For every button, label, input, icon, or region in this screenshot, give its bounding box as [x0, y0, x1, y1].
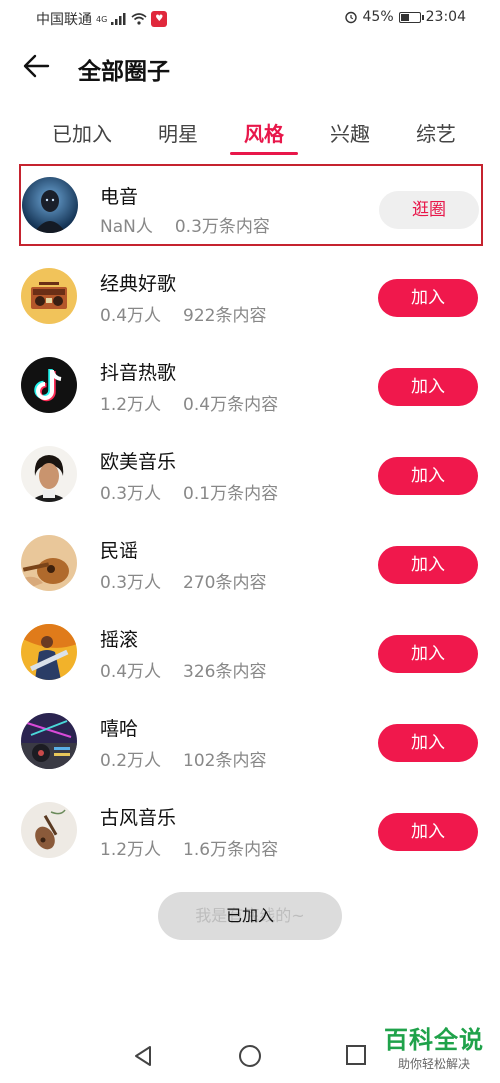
circle-name: 经典好歌 [100, 273, 177, 295]
tab-style[interactable]: 风格 [244, 118, 284, 147]
nav-back-icon[interactable] [132, 1044, 154, 1068]
circle-avatar [21, 446, 77, 502]
circle-stats: 0.4万人 326条内容 [100, 657, 267, 682]
clock: 23:04 [425, 9, 466, 25]
alarm-icon [344, 11, 357, 24]
visit-circle-button[interactable]: 逛圈 [379, 191, 479, 229]
join-button[interactable]: 加入 [378, 368, 478, 406]
back-button[interactable] [20, 50, 60, 86]
member-count: 0.3万人 [100, 573, 162, 593]
circle-stats: 1.2万人 0.4万条内容 [100, 390, 278, 415]
circle-stats: 0.2万人 102条内容 [100, 746, 267, 771]
circle-stats: NaN人 0.3万条内容 [100, 212, 270, 237]
nav-recents-icon[interactable] [345, 1044, 367, 1066]
circle-row-douyin[interactable]: 抖音热歌 1.2万人 0.4万条内容 加入 [0, 342, 500, 431]
watermark: 百科全说 助你轻松解决 [384, 1020, 484, 1072]
toast-label: 已加入 [225, 906, 274, 925]
circle-name: 嘻哈 [100, 718, 139, 740]
page-title: 全部圈子 [78, 59, 170, 85]
category-tabs: 已加入 明星 风格 兴趣 综艺 [0, 108, 500, 158]
circle-name: 摇滚 [100, 629, 139, 651]
carrier-label: 中国联通 [36, 12, 92, 28]
active-tab-indicator [230, 152, 298, 155]
circle-name: 电音 [100, 186, 139, 208]
circle-stats: 0.3万人 270条内容 [100, 568, 267, 593]
circle-avatar [21, 357, 77, 413]
circle-name: 民谣 [100, 540, 139, 562]
join-button[interactable]: 加入 [378, 546, 478, 584]
circle-name: 欧美音乐 [100, 451, 177, 473]
member-count: NaN人 [100, 217, 153, 237]
member-count: 1.2万人 [100, 840, 162, 860]
circle-row-western[interactable]: 欧美音乐 0.3万人 0.1万条内容 加入 [0, 431, 500, 520]
network-type: 4G [96, 14, 108, 24]
battery-icon [398, 11, 424, 23]
tab-stars[interactable]: 明星 [158, 118, 198, 147]
content-count: 326条内容 [183, 662, 267, 682]
circle-row-guofeng[interactable]: 古风音乐 1.2万人 1.6万条内容 加入 [0, 787, 500, 876]
join-button[interactable]: 加入 [378, 635, 478, 673]
circle-avatar [21, 713, 77, 769]
wifi-icon [131, 13, 147, 25]
battery-percent: 45% [362, 9, 394, 25]
circle-name: 古风音乐 [100, 807, 177, 829]
circle-row-electronic[interactable]: 电音 NaN人 0.3万条内容 逛圈 [19, 164, 483, 246]
circle-stats: 0.3万人 0.1万条内容 [100, 479, 278, 504]
header: 全部圈子 [0, 44, 500, 92]
join-button[interactable]: 加入 [378, 457, 478, 495]
join-button[interactable]: 加入 [378, 279, 478, 317]
circle-row-classic[interactable]: 经典好歌 0.4万人 922条内容 加入 [0, 253, 500, 342]
member-count: 0.4万人 [100, 662, 162, 682]
signal-icon [111, 13, 126, 25]
watermark-subtitle: 助你轻松解决 [397, 1057, 470, 1071]
circle-avatar [22, 177, 78, 233]
circle-stats: 1.2万人 1.6万条内容 [100, 835, 278, 860]
tab-interest[interactable]: 兴趣 [330, 118, 370, 147]
content-count: 0.4万条内容 [183, 395, 279, 415]
tab-variety[interactable]: 综艺 [416, 118, 456, 147]
content-count: 270条内容 [183, 573, 267, 593]
nav-home-icon[interactable] [238, 1044, 262, 1068]
circle-name: 抖音热歌 [100, 362, 177, 384]
tab-joined[interactable]: 已加入 [52, 118, 112, 147]
join-button[interactable]: 加入 [378, 813, 478, 851]
circle-row-hiphop[interactable]: 嘻哈 0.2万人 102条内容 加入 [0, 698, 500, 787]
circle-avatar [21, 268, 77, 324]
member-count: 1.2万人 [100, 395, 162, 415]
content-count: 0.1万条内容 [183, 484, 279, 504]
content-count: 0.3万条内容 [174, 217, 270, 237]
circle-avatar [21, 802, 77, 858]
circle-row-folk[interactable]: 民谣 0.3万人 270条内容 加入 [0, 520, 500, 609]
member-count: 0.4万人 [100, 306, 162, 326]
circle-avatar [21, 535, 77, 591]
join-button[interactable]: 加入 [378, 724, 478, 762]
content-count: 1.6万条内容 [183, 840, 279, 860]
circle-list: 电音 NaN人 0.3万条内容 逛圈 经典好歌 0.4万人 922条内容 加入 [0, 164, 500, 876]
back-arrow-icon [23, 54, 50, 78]
content-count: 922条内容 [183, 306, 267, 326]
watermark-title: 百科全说 [384, 1026, 484, 1054]
app-notification-icon: ♥ [151, 11, 168, 27]
joined-toast: 我是有底线的~ 已加入 [158, 892, 342, 940]
circle-row-rock[interactable]: 摇滚 0.4万人 326条内容 加入 [0, 609, 500, 698]
circle-stats: 0.4万人 922条内容 [100, 301, 267, 326]
content-count: 102条内容 [183, 751, 267, 771]
circle-avatar [21, 624, 77, 680]
member-count: 0.3万人 [100, 484, 162, 504]
status-bar: 中国联通 4G ♥ 45% 23:04 [0, 0, 500, 36]
member-count: 0.2万人 [100, 751, 162, 771]
